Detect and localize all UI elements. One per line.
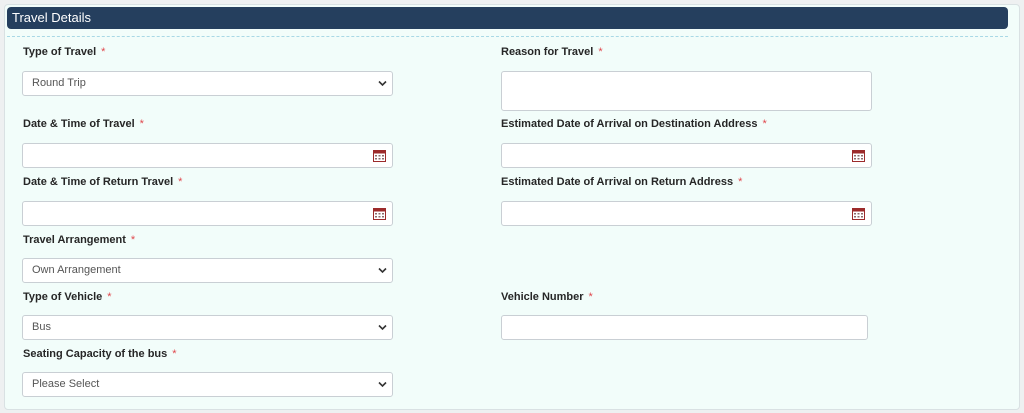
eta-destination-input[interactable] [501, 143, 872, 168]
chevron-down-icon [378, 80, 387, 87]
eta-return-label: Estimated Date of Arrival on Return Addr… [501, 176, 743, 188]
type-of-vehicle-value: Bus [32, 321, 51, 333]
required-marker: * [598, 46, 603, 58]
chevron-down-icon [378, 267, 387, 274]
required-marker: * [178, 176, 183, 188]
panel-title: Travel Details [7, 7, 1008, 29]
required-marker: * [101, 46, 106, 58]
chevron-down-icon [378, 381, 387, 388]
seating-capacity-select[interactable]: Please Select [22, 372, 393, 397]
calendar-icon[interactable] [852, 208, 865, 220]
travel-arrangement-select[interactable]: Own Arrangement [22, 258, 393, 283]
reason-for-travel-textarea[interactable] [501, 71, 872, 111]
required-marker: * [172, 348, 177, 360]
required-marker: * [588, 291, 593, 303]
type-of-travel-value: Round Trip [32, 77, 86, 89]
type-of-vehicle-label: Type of Vehicle * [23, 291, 112, 303]
type-of-vehicle-select[interactable]: Bus [22, 315, 393, 340]
date-time-travel-label: Date & Time of Travel * [23, 118, 144, 130]
chevron-down-icon [378, 324, 387, 331]
calendar-icon[interactable] [373, 208, 386, 220]
required-marker: * [107, 291, 112, 303]
required-marker: * [762, 118, 767, 130]
date-time-return-label: Date & Time of Return Travel * [23, 176, 183, 188]
calendar-icon[interactable] [373, 150, 386, 162]
required-marker: * [130, 234, 136, 246]
eta-destination-label: Estimated Date of Arrival on Destination… [501, 118, 767, 130]
calendar-icon[interactable] [852, 150, 865, 162]
header-divider [7, 36, 1008, 37]
required-marker: * [139, 118, 144, 130]
seating-capacity-value: Please Select [32, 378, 100, 390]
reason-for-travel-label: Reason for Travel * [501, 46, 603, 58]
vehicle-number-label: Vehicle Number * [501, 291, 593, 303]
vehicle-number-input[interactable] [501, 315, 868, 340]
type-of-travel-label: Type of Travel * [23, 46, 106, 58]
seating-capacity-label: Seating Capacity of the bus * [23, 348, 177, 360]
date-time-travel-input[interactable] [22, 143, 393, 168]
date-time-return-input[interactable] [22, 201, 393, 226]
travel-arrangement-value: Own Arrangement [32, 264, 121, 276]
type-of-travel-select[interactable]: Round Trip [22, 71, 393, 96]
required-marker: * [738, 176, 743, 188]
travel-arrangement-label: Travel Arrangement * [23, 234, 136, 246]
eta-return-input[interactable] [501, 201, 872, 226]
